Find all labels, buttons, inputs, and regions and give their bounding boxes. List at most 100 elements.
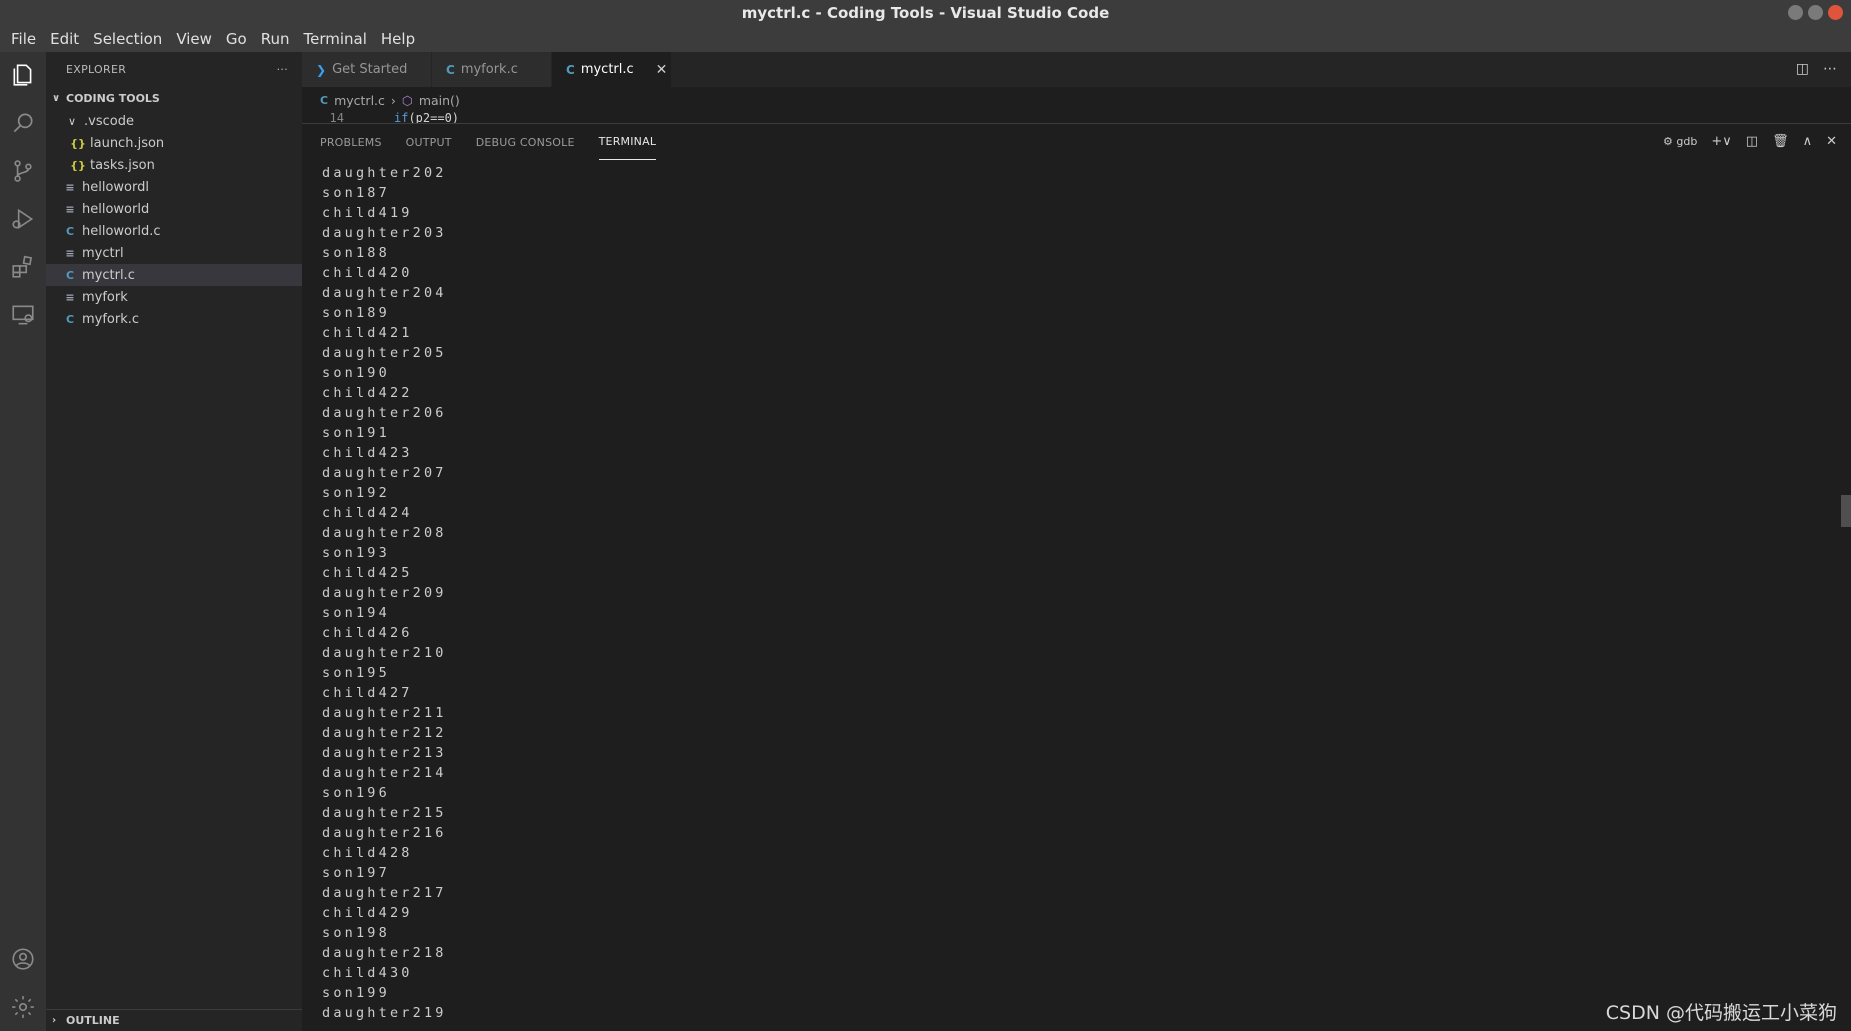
terminal-line: son198 [322, 925, 390, 941]
tab-problems[interactable]: PROBLEMS [320, 124, 382, 160]
terminal-selector[interactable]: ⚙ gdb [1663, 135, 1697, 148]
close-icon[interactable]: ✕ [656, 62, 668, 78]
terminal-line: daughter212 [322, 725, 447, 741]
terminal-line: daughter210 [322, 645, 447, 661]
remote-explorer-icon[interactable] [0, 292, 46, 338]
menu-terminal[interactable]: Terminal [297, 30, 374, 48]
terminal-line: daughter216 [322, 825, 447, 841]
terminal-line: daughter202 [322, 165, 447, 181]
terminal-line: son197 [322, 865, 390, 881]
menu-selection[interactable]: Selection [86, 30, 169, 48]
terminal-name: gdb [1676, 135, 1698, 148]
editor-actions: ◫ ⋯ [1796, 61, 1837, 77]
tab-output[interactable]: OUTPUT [406, 124, 452, 160]
search-icon[interactable] [0, 100, 46, 146]
outline-section[interactable]: › OUTLINE [46, 1009, 302, 1031]
explorer-sidebar: EXPLORER ··· ∨ CODING TOOLS ∨ .vscode {}… [46, 52, 302, 1031]
tree-item-label: myfork [82, 289, 128, 305]
files-icon[interactable] [0, 52, 46, 98]
tree-item-vscode[interactable]: ∨ .vscode [46, 110, 302, 132]
c-file-icon: C [446, 62, 455, 77]
terminal-line: child424 [322, 505, 413, 521]
c-file-icon: C [320, 93, 329, 107]
run-debug-icon[interactable] [0, 196, 46, 242]
maximize-panel-icon[interactable]: ∧ [1803, 134, 1813, 149]
close-window-button[interactable] [1828, 5, 1843, 20]
more-actions-icon[interactable]: ··· [277, 63, 288, 76]
terminal-line: child427 [322, 685, 413, 701]
terminal-line: daughter219 [322, 1005, 447, 1021]
menu-file[interactable]: File [4, 30, 43, 48]
tab-myctrl-c[interactable]: C myctrl.c ✕ [552, 52, 672, 87]
terminal-line: child429 [322, 905, 413, 921]
terminal-line: daughter205 [322, 345, 447, 361]
panel-tabs: PROBLEMS OUTPUT DEBUG CONSOLE TERMINAL [320, 124, 657, 160]
tab-terminal[interactable]: TERMINAL [598, 124, 657, 160]
terminal-line: child422 [322, 385, 413, 401]
more-actions-icon[interactable]: ⋯ [1823, 61, 1837, 77]
tab-myfork-c[interactable]: C myfork.c [432, 52, 552, 87]
terminal-line: child430 [322, 965, 413, 981]
window-controls [1788, 5, 1843, 20]
split-editor-icon[interactable]: ◫ [1796, 61, 1809, 77]
terminal-line: son190 [322, 365, 390, 381]
tree-item-label: myctrl [82, 245, 124, 261]
menu-view[interactable]: View [169, 30, 219, 48]
text-file-icon: ≡ [65, 246, 75, 260]
vscode-icon: ❯ [316, 62, 327, 77]
minimize-button[interactable] [1788, 5, 1803, 20]
cube-icon: ⬡ [401, 92, 413, 108]
terminal-line: daughter209 [322, 585, 447, 601]
workspace-title: CODING TOOLS [66, 91, 160, 105]
tree-item-myfork-c[interactable]: C myfork.c [46, 308, 302, 330]
json-icon: {} [70, 158, 86, 172]
terminal-line: daughter206 [322, 405, 447, 421]
menu-edit[interactable]: Edit [43, 30, 86, 48]
tree-item-label: myctrl.c [82, 267, 135, 283]
source-control-icon[interactable] [0, 148, 46, 194]
extensions-icon[interactable] [0, 244, 46, 290]
terminal-line: daughter208 [322, 525, 447, 541]
tree-item-tasks-json[interactable]: {} tasks.json [46, 154, 302, 176]
terminal-line: child421 [322, 325, 413, 341]
breadcrumb-symbol[interactable]: main() [419, 93, 460, 108]
new-terminal-icon[interactable]: +∨ [1711, 134, 1731, 149]
terminal-scrollbar[interactable] [1841, 495, 1851, 527]
account-icon[interactable] [0, 936, 46, 982]
menu-run[interactable]: Run [254, 30, 297, 48]
terminal-line: child423 [322, 445, 413, 461]
terminal-output[interactable]: daughter202 son187 child419 daughter203 son1… [322, 163, 447, 1023]
tab-debug-console[interactable]: DEBUG CONSOLE [476, 124, 575, 160]
menu-go[interactable]: Go [219, 30, 254, 48]
explorer-title: EXPLORER [66, 62, 127, 76]
outline-title: OUTLINE [66, 1014, 120, 1027]
chevron-right-icon: › [52, 1015, 57, 1026]
text-file-icon: ≡ [65, 202, 75, 216]
tree-item-helloworld[interactable]: ≡ helloworld [46, 198, 302, 220]
tab-label: myfork.c [460, 62, 518, 77]
menu-help[interactable]: Help [374, 30, 422, 48]
json-icon: {} [70, 136, 86, 150]
trash-icon[interactable]: 🗑 [1772, 134, 1789, 149]
terminal-line: child426 [322, 625, 413, 641]
close-panel-icon[interactable]: ✕ [1826, 134, 1837, 149]
split-terminal-icon[interactable]: ◫ [1746, 134, 1758, 149]
terminal-line: son192 [322, 485, 390, 501]
tree-item-myctrl-c[interactable]: C myctrl.c [46, 264, 302, 286]
c-file-icon: C [65, 312, 75, 326]
tree-item-hellowordl[interactable]: ≡ hellowordl [46, 176, 302, 198]
breadcrumb-file[interactable]: myctrl.c [334, 93, 385, 108]
terminal-line: daughter213 [322, 745, 447, 761]
tree-item-helloworld-c[interactable]: C helloworld.c [46, 220, 302, 242]
workspace-section[interactable]: ∨ CODING TOOLS [46, 86, 302, 110]
terminal-line: son191 [322, 425, 390, 441]
tab-label: myctrl.c [580, 62, 634, 77]
settings-gear-icon[interactable] [0, 984, 46, 1030]
tree-item-myfork[interactable]: ≡ myfork [46, 286, 302, 308]
tab-get-started[interactable]: ❯ Get Started [302, 52, 432, 87]
tree-item-launch-json[interactable]: {} launch.json [46, 132, 302, 154]
tree-item-myctrl[interactable]: ≡ myctrl [46, 242, 302, 264]
maximize-button[interactable] [1808, 5, 1823, 20]
terminal-line: daughter204 [322, 285, 447, 301]
terminal-line: child428 [322, 845, 413, 861]
